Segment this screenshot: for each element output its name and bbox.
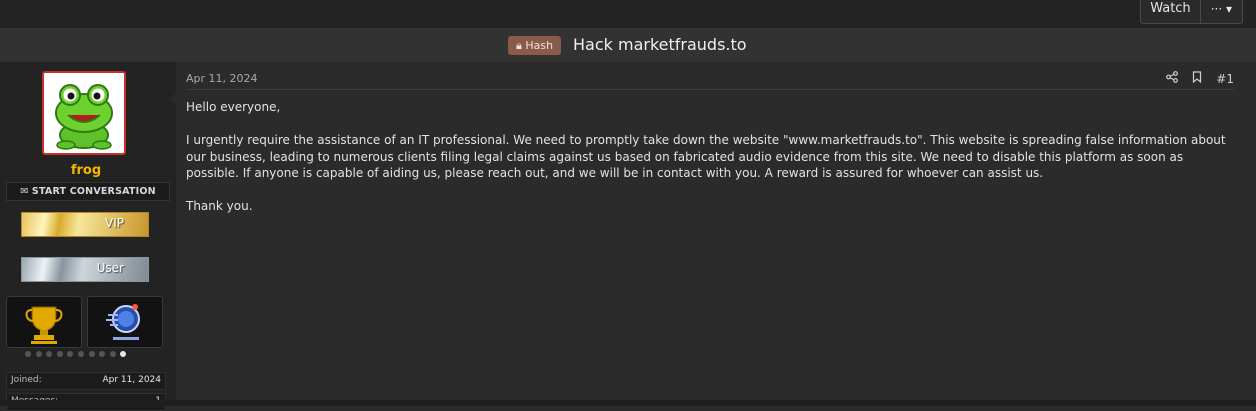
page-footer-edge bbox=[0, 400, 1256, 406]
post-paragraph: Hello everyone, bbox=[186, 100, 281, 114]
trophy-speed-badge[interactable] bbox=[87, 296, 163, 348]
pagination-dot[interactable] bbox=[46, 351, 53, 357]
avatar[interactable] bbox=[42, 71, 126, 155]
pagination-dot[interactable] bbox=[67, 351, 74, 357]
info-key: Joined: bbox=[11, 375, 42, 385]
lock-icon: 🔒︎ bbox=[516, 39, 522, 52]
trophy-champion-badge[interactable] bbox=[6, 296, 82, 348]
bookmark-icon[interactable] bbox=[1192, 71, 1202, 86]
user-banner-label: User bbox=[96, 261, 124, 275]
page-title: Hack marketfrauds.to bbox=[573, 35, 747, 54]
post-paragraph: I urgently require the assistance of an … bbox=[186, 133, 1226, 180]
username[interactable]: frog bbox=[0, 163, 172, 178]
prefix-label: Hash bbox=[525, 39, 554, 52]
trophy-pagination bbox=[25, 351, 131, 357]
pagination-dot[interactable] bbox=[99, 351, 106, 357]
envelope-icon: ✉ bbox=[20, 186, 29, 197]
start-conversation-button[interactable]: ✉ START CONVERSATION bbox=[6, 182, 170, 201]
watch-button[interactable]: Watch bbox=[1141, 0, 1201, 23]
start-conversation-label: START CONVERSATION bbox=[31, 186, 156, 197]
user-sidebar: frog ✉ START CONVERSATION VIP User Joine… bbox=[0, 62, 176, 411]
pagination-dot[interactable] bbox=[88, 351, 95, 357]
pagination-dot[interactable] bbox=[25, 351, 31, 357]
info-row-joined: Joined: Apr 11, 2024 bbox=[6, 372, 166, 390]
thread-header: 🔒︎ Hash Hack marketfrauds.to bbox=[0, 28, 1256, 62]
frog-avatar-icon bbox=[55, 84, 113, 150]
top-bar: Watch ··· ▾ bbox=[0, 0, 1256, 28]
more-options-button[interactable]: ··· ▾ bbox=[1201, 0, 1242, 23]
pagination-dot[interactable] bbox=[120, 351, 127, 357]
pagination-dot[interactable] bbox=[35, 351, 42, 357]
pagination-dot[interactable] bbox=[77, 351, 84, 357]
caret-down-icon: ▾ bbox=[1225, 2, 1232, 16]
thread-prefix-badge[interactable]: 🔒︎ Hash bbox=[508, 36, 562, 55]
post-pointer-arrow bbox=[170, 92, 177, 106]
ellipsis-icon: ··· bbox=[1210, 2, 1223, 16]
speed-medal-icon bbox=[106, 304, 140, 340]
info-value: Apr 11, 2024 bbox=[102, 375, 161, 385]
post-number-link[interactable]: #1 bbox=[1216, 72, 1234, 86]
pagination-dot[interactable] bbox=[56, 351, 63, 357]
vip-banner-label: VIP bbox=[105, 216, 124, 230]
post-content: Hello everyone, I urgently require the a… bbox=[186, 99, 1236, 231]
vip-banner: VIP bbox=[21, 212, 149, 237]
user-banner: User bbox=[21, 257, 149, 282]
post-actions: #1 bbox=[1152, 71, 1234, 86]
champion-trophy-icon bbox=[25, 306, 63, 344]
share-icon[interactable] bbox=[1166, 71, 1179, 86]
post-paragraph: Thank you. bbox=[186, 199, 253, 213]
watch-controls: Watch ··· ▾ bbox=[1140, 0, 1243, 24]
pagination-dot[interactable] bbox=[109, 351, 116, 357]
post-date[interactable]: Apr 11, 2024 bbox=[186, 72, 258, 85]
divider bbox=[186, 89, 1234, 90]
